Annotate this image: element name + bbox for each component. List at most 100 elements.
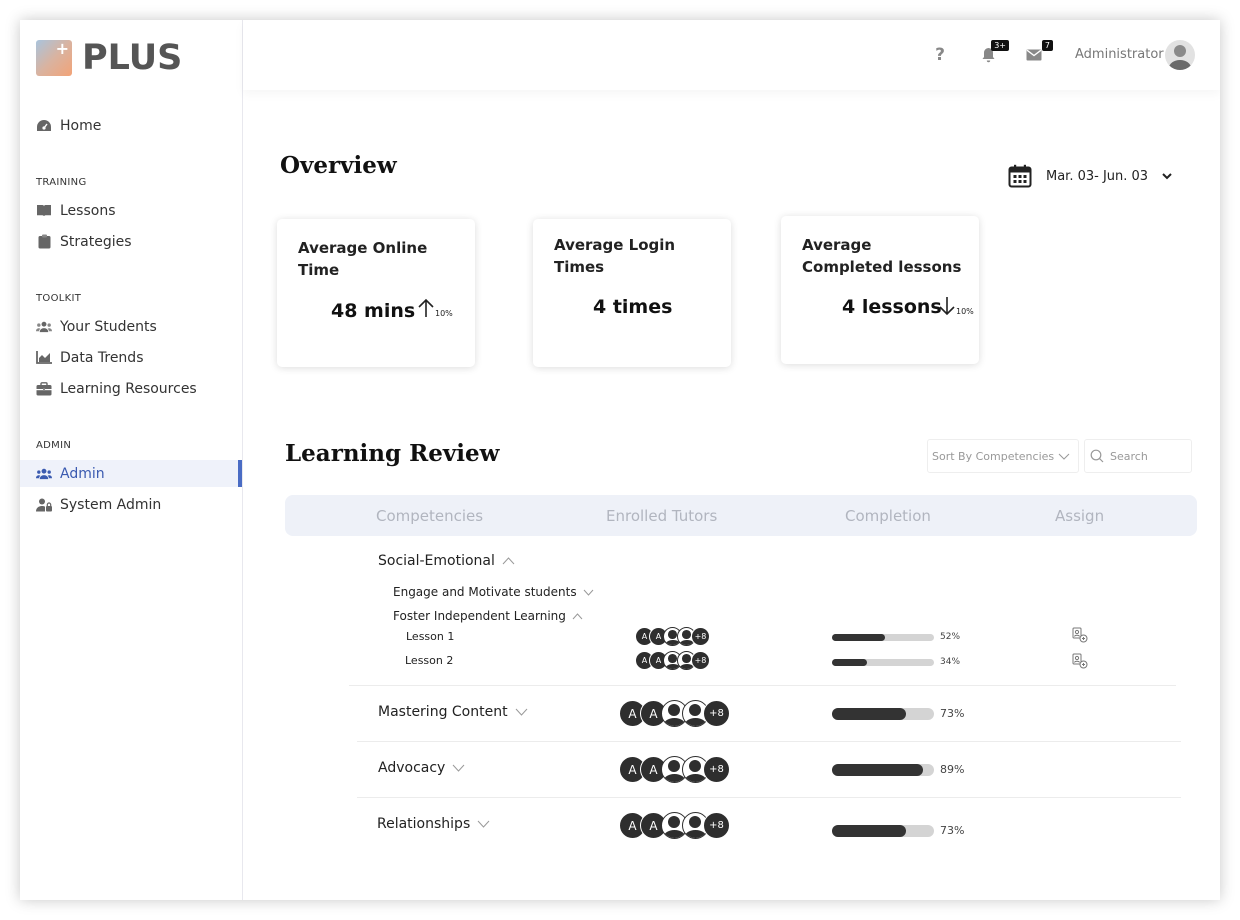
sidebar-item-label: Data Trends	[60, 349, 144, 366]
search-icon	[1090, 449, 1104, 463]
competency-advocacy[interactable]: Advocacy	[378, 760, 465, 776]
sidebar-item-label: Home	[60, 117, 102, 134]
sidebar-item-label: Strategies	[60, 233, 132, 250]
date-range-text: Mar. 03- Jun. 03	[1046, 168, 1149, 184]
sidebar-item-admin[interactable]: Admin	[20, 460, 242, 487]
assign-user-icon[interactable]	[1072, 627, 1088, 643]
users-icon	[36, 319, 52, 335]
date-range-picker[interactable]: Mar. 03- Jun. 03	[1008, 164, 1172, 188]
enrolled-tutors[interactable]: A A +8	[619, 812, 730, 839]
person-icon	[682, 630, 691, 639]
assign-user-icon[interactable]	[1072, 653, 1088, 669]
card-average-online-time: Average Online Time 48 mins 10%	[277, 219, 475, 367]
lesson-2-label[interactable]: Lesson 2	[405, 654, 453, 667]
sidebar-item-label: Learning Resources	[60, 380, 197, 397]
sidebar-item-label: Admin	[60, 465, 105, 482]
completion-percent: 89%	[940, 763, 965, 776]
competency-mastering-content[interactable]: Mastering Content	[378, 704, 528, 720]
chevron-down-icon	[1162, 172, 1172, 179]
search-field[interactable]: Search	[1084, 439, 1192, 473]
column-header-assign[interactable]: Assign	[1055, 507, 1104, 525]
section-toolkit-label: TOOLKIT	[36, 293, 82, 304]
sidebar-item-label: Your Students	[60, 318, 157, 335]
app-window: + PLUS Home TRAINING Lessons Strategies …	[20, 20, 1220, 900]
section-admin-label: ADMIN	[36, 440, 72, 451]
logo[interactable]: + PLUS	[36, 38, 182, 78]
arrow-up-icon	[418, 298, 434, 317]
sub-competency-foster[interactable]: Foster Independent Learning	[393, 609, 583, 623]
notifications-button[interactable]: 3+	[977, 40, 1009, 66]
sub-competency-label: Engage and Motivate students	[393, 585, 577, 599]
users-gear-icon	[36, 466, 52, 482]
brand-name: PLUS	[82, 38, 183, 78]
sidebar-item-your-students[interactable]: Your Students	[20, 313, 242, 340]
completion-bar-fill	[832, 634, 886, 641]
person-icon	[667, 816, 681, 829]
completion-percent: 73%	[940, 824, 965, 837]
completion-bar	[832, 825, 934, 837]
competency-label: Advocacy	[378, 760, 446, 776]
sidebar-item-system-admin[interactable]: System Admin	[20, 491, 242, 518]
column-header-enrolled-tutors[interactable]: Enrolled Tutors	[606, 507, 717, 525]
enrolled-tutors[interactable]: A A +8	[619, 756, 730, 783]
messages-badge: 7	[1041, 40, 1053, 51]
row-divider	[349, 685, 1176, 686]
dashboard-icon	[36, 118, 52, 134]
competency-label: Mastering Content	[378, 704, 508, 720]
user-lock-icon	[36, 497, 52, 513]
plus-logo-icon: +	[36, 40, 72, 76]
arrow-down-icon	[939, 297, 955, 316]
competency-relationships[interactable]: Relationships	[377, 816, 490, 832]
sort-dropdown[interactable]: Sort By Competencies	[927, 439, 1079, 473]
clipboard-icon	[36, 234, 52, 250]
chevron-down-icon	[452, 764, 465, 772]
trend-percent: 10%	[956, 307, 974, 316]
person-icon	[688, 760, 702, 773]
sort-label: Sort By Competencies	[932, 449, 1055, 463]
learning-review-title: Learning Review	[285, 440, 500, 467]
tutor-more-count[interactable]: +8	[703, 700, 730, 727]
sidebar-item-label: System Admin	[60, 496, 162, 513]
user-avatar-icon	[1168, 45, 1192, 70]
competency-social-emotional[interactable]: Social-Emotional	[378, 553, 515, 569]
person-icon	[668, 654, 677, 663]
avatar[interactable]	[1165, 40, 1195, 70]
chevron-down-icon	[583, 589, 593, 596]
search-input[interactable]: Search	[1110, 450, 1148, 463]
completion-bar	[832, 659, 934, 666]
tutor-more-count[interactable]: +8	[691, 651, 710, 670]
tutor-more-count[interactable]: +8	[691, 627, 710, 646]
overview-title: Overview	[280, 152, 397, 179]
sidebar-item-learning-resources[interactable]: Learning Resources	[20, 375, 242, 402]
user-name[interactable]: Administrator	[1075, 47, 1164, 62]
enrolled-tutors[interactable]: A A +8	[635, 651, 710, 670]
enrolled-tutors[interactable]: A A +8	[619, 700, 730, 727]
completion-bar-fill	[832, 708, 907, 720]
competency-label: Relationships	[377, 816, 471, 832]
messages-button[interactable]: 7	[1023, 40, 1053, 66]
help-icon[interactable]: ?	[929, 44, 951, 66]
lesson-1-label[interactable]: Lesson 1	[406, 630, 454, 643]
enrolled-tutors[interactable]: A A +8	[635, 627, 710, 646]
tutor-more-count[interactable]: +8	[703, 812, 730, 839]
person-icon	[668, 630, 677, 639]
chevron-up-icon	[572, 612, 583, 619]
trend-indicator: 10%	[417, 298, 453, 318]
completion-bar	[832, 764, 934, 776]
top-bar: ? 3+ 7 Administrator	[243, 20, 1220, 90]
person-icon	[688, 816, 702, 829]
sub-competency-engage[interactable]: Engage and Motivate students	[393, 585, 594, 599]
person-icon	[667, 704, 681, 717]
sidebar-item-home[interactable]: Home	[20, 112, 242, 139]
column-header-completion[interactable]: Completion	[845, 507, 931, 525]
row-divider	[357, 741, 1181, 742]
calendar-icon	[1008, 164, 1032, 188]
sidebar-item-strategies[interactable]: Strategies	[20, 228, 242, 255]
column-header-competencies[interactable]: Competencies	[376, 507, 483, 525]
sidebar-item-label: Lessons	[60, 202, 116, 219]
card-value: 4 times	[593, 296, 673, 318]
tutor-more-count[interactable]: +8	[703, 756, 730, 783]
sidebar-item-data-trends[interactable]: Data Trends	[20, 344, 242, 371]
sidebar-item-lessons[interactable]: Lessons	[20, 197, 242, 224]
envelope-icon	[1026, 49, 1042, 61]
